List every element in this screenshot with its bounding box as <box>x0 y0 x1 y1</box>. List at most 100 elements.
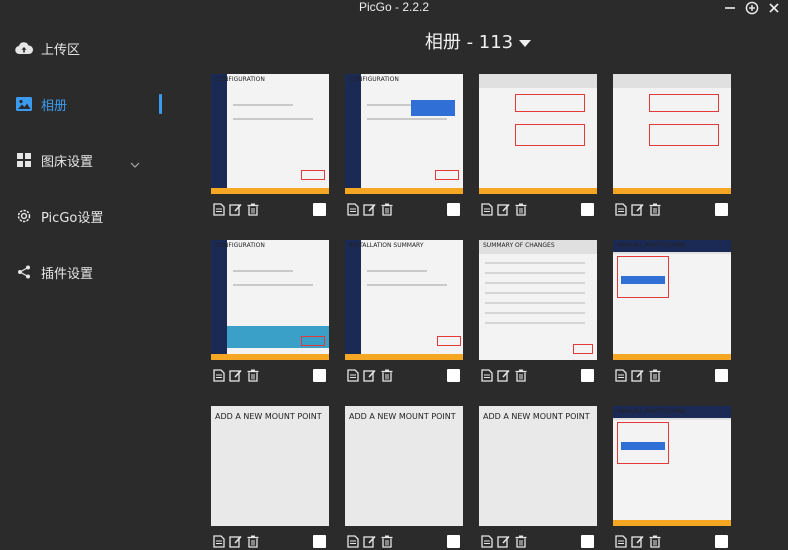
select-checkbox[interactable] <box>581 535 594 548</box>
thumb-caption: MANUAL PARTITIONING <box>617 242 687 249</box>
action-icons <box>345 534 394 549</box>
delete-icon[interactable] <box>647 534 662 549</box>
sidebar-item-album[interactable]: 相册 <box>0 76 168 132</box>
close-icon[interactable] <box>766 0 782 15</box>
sidebar-item-picgo-settings[interactable]: PicGo设置 <box>0 188 168 244</box>
select-checkbox[interactable] <box>313 203 326 216</box>
copy-link-icon[interactable] <box>479 202 494 217</box>
delete-icon[interactable] <box>647 202 662 217</box>
copy-link-icon[interactable] <box>345 368 360 383</box>
edit-icon[interactable] <box>362 368 377 383</box>
edit-icon[interactable] <box>630 202 645 217</box>
copy-link-icon[interactable] <box>211 202 226 217</box>
copy-link-icon[interactable] <box>211 368 226 383</box>
active-indicator <box>159 94 162 114</box>
edit-icon[interactable] <box>630 368 645 383</box>
select-checkbox[interactable] <box>581 203 594 216</box>
window-title: PicGo - 2.2.2 <box>358 0 430 14</box>
image-thumbnail[interactable]: INSTALLATION SUMMARY <box>345 240 463 360</box>
image-thumbnail[interactable]: ADD A NEW MOUNT POINT <box>345 406 463 526</box>
image-thumbnail[interactable]: MANUAL PARTITIONING <box>613 240 731 360</box>
thumb-line <box>367 284 447 286</box>
edit-icon[interactable] <box>228 202 243 217</box>
edit-icon[interactable] <box>630 534 645 549</box>
edit-icon[interactable] <box>228 534 243 549</box>
sidebar-item-label: 插件设置 <box>41 266 94 282</box>
action-icons <box>613 368 662 383</box>
action-icons <box>211 534 260 549</box>
image-thumbnail[interactable]: CONFIGURATION <box>345 74 463 194</box>
image-thumbnail[interactable]: ADD A NEW MOUNT POINT <box>479 406 597 526</box>
copy-link-icon[interactable] <box>211 534 226 549</box>
thumb-footer <box>211 354 329 360</box>
card-actions <box>345 202 463 218</box>
edit-icon[interactable] <box>496 534 511 549</box>
thumb-highlight <box>435 170 459 180</box>
delete-icon[interactable] <box>379 202 394 217</box>
delete-icon[interactable] <box>513 368 528 383</box>
select-checkbox[interactable] <box>715 369 728 382</box>
edit-icon[interactable] <box>496 202 511 217</box>
sidebar-item-upload[interactable]: 上传区 <box>0 20 168 76</box>
edit-icon[interactable] <box>496 368 511 383</box>
image-icon <box>15 95 33 113</box>
copy-link-icon[interactable] <box>613 368 628 383</box>
edit-icon[interactable] <box>228 368 243 383</box>
sidebar-item-label: 图床设置 <box>41 154 94 170</box>
sidebar-item-picbed-settings[interactable]: 图床设置 <box>0 132 168 188</box>
select-checkbox[interactable] <box>313 535 326 548</box>
album-title[interactable]: 相册 - 113 <box>168 28 788 54</box>
minimize-icon[interactable] <box>722 0 738 15</box>
select-checkbox[interactable] <box>581 369 594 382</box>
card-actions <box>211 534 329 550</box>
delete-icon[interactable] <box>379 368 394 383</box>
image-thumbnail[interactable]: CONFIGURATION <box>211 74 329 194</box>
image-thumbnail[interactable] <box>479 74 597 194</box>
thumb-footer <box>613 354 731 360</box>
action-icons <box>345 202 394 217</box>
copy-link-icon[interactable] <box>479 534 494 549</box>
select-checkbox[interactable] <box>447 535 460 548</box>
sidebar-item-plugin-settings[interactable]: 插件设置 <box>0 244 168 300</box>
thumb-caption: CONFIGURATION <box>349 76 399 83</box>
edit-icon[interactable] <box>362 202 377 217</box>
copy-link-icon[interactable] <box>345 534 360 549</box>
delete-icon[interactable] <box>245 368 260 383</box>
thumb-footer <box>345 354 463 360</box>
image-thumbnail[interactable] <box>613 74 731 194</box>
delete-icon[interactable] <box>647 368 662 383</box>
card-actions <box>613 202 731 218</box>
thumb-sidebar <box>345 74 361 194</box>
image-thumbnail[interactable]: CONFIGURATION <box>211 240 329 360</box>
thumb-header <box>479 74 597 88</box>
delete-icon[interactable] <box>245 534 260 549</box>
delete-icon[interactable] <box>513 202 528 217</box>
delete-icon[interactable] <box>513 534 528 549</box>
copy-link-icon[interactable] <box>479 368 494 383</box>
thumb-footer <box>345 188 463 194</box>
select-checkbox[interactable] <box>313 369 326 382</box>
thumb-line <box>233 270 293 272</box>
action-icons <box>345 368 394 383</box>
select-checkbox[interactable] <box>447 203 460 216</box>
image-thumbnail[interactable]: ADD A NEW MOUNT POINT <box>211 406 329 526</box>
action-icons <box>211 368 260 383</box>
select-checkbox[interactable] <box>715 535 728 548</box>
sidebar: 上传区 相册 图床设置 PicGo设置 插件设置 <box>0 16 168 432</box>
copy-link-icon[interactable] <box>613 202 628 217</box>
maximize-icon[interactable] <box>744 0 760 15</box>
select-checkbox[interactable] <box>715 203 728 216</box>
copy-link-icon[interactable] <box>613 534 628 549</box>
select-checkbox[interactable] <box>447 369 460 382</box>
thumb-selection <box>411 100 455 116</box>
image-thumbnail[interactable]: SUMMARY OF CHANGES <box>479 240 597 360</box>
thumb-highlight <box>649 124 719 146</box>
edit-icon[interactable] <box>362 534 377 549</box>
copy-link-icon[interactable] <box>345 202 360 217</box>
action-icons <box>613 202 662 217</box>
delete-icon[interactable] <box>245 202 260 217</box>
card-actions <box>345 534 463 550</box>
image-thumbnail[interactable]: MANUAL PARTITIONING <box>613 406 731 526</box>
delete-icon[interactable] <box>379 534 394 549</box>
thumb-footer <box>211 188 329 194</box>
